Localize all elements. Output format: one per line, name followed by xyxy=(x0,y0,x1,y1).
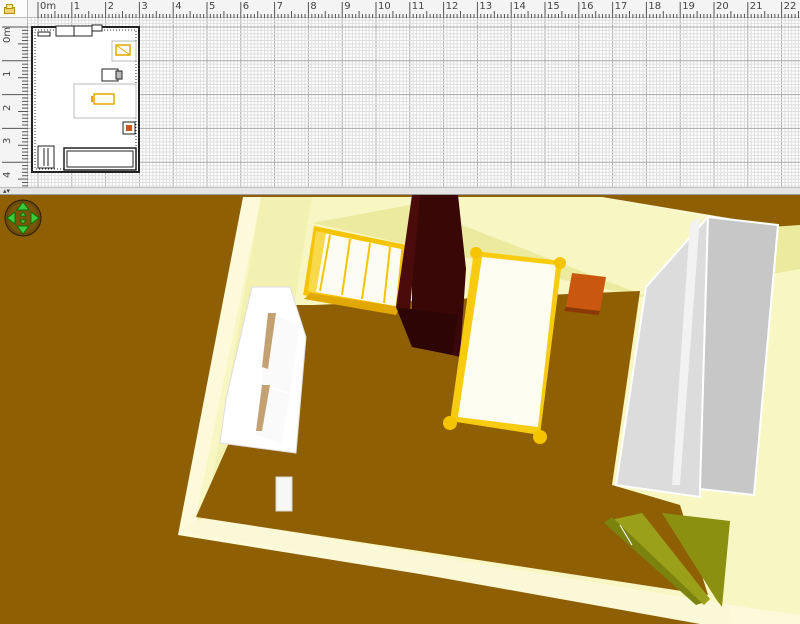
y-ruler-label: 3 xyxy=(2,138,13,145)
x-ruler-label: 6 xyxy=(242,1,250,12)
x-ruler-label: 8 xyxy=(310,1,317,12)
view-splitter[interactable]: ▴▾ xyxy=(0,187,800,195)
navigation-control[interactable] xyxy=(4,199,42,237)
x-ruler-label: 22 xyxy=(783,1,797,12)
x-ruler-label: 2 xyxy=(107,1,114,12)
x-ruler-label: 16 xyxy=(580,1,594,12)
plan-room[interactable] xyxy=(28,18,800,187)
x-ruler-label: 4 xyxy=(175,1,182,12)
x-ruler-label: 13 xyxy=(479,1,493,12)
x-ruler-label: 1 xyxy=(73,1,81,12)
horizontal-ruler: 0m 1 2 3 4 5 6 7 8 9 10 11 12 13 14 15 16 17 18 19 20 21 22 xyxy=(28,0,800,18)
plan-door[interactable] xyxy=(55,25,93,37)
plan-radiator[interactable] xyxy=(37,145,55,169)
x-ruler-label: 19 xyxy=(682,1,695,12)
plan-view[interactable]: 0m 1 2 3 4 5 6 7 8 9 10 11 12 13 14 15 16 17 18 19 20 21 22 0m… xyxy=(0,0,800,187)
radiator-3d[interactable] xyxy=(275,476,293,512)
plan-corner xyxy=(0,0,28,18)
x-ruler-label: 9 xyxy=(344,1,351,12)
y-ruler-label: 1 xyxy=(2,70,13,77)
plan-nightstand[interactable] xyxy=(101,68,123,82)
y-ruler-label: 4 xyxy=(2,171,13,179)
x-ruler-label: 5 xyxy=(209,1,216,12)
x-ruler-label: 14 xyxy=(513,1,526,12)
vertical-ruler: 0m 1 2 3 4 xyxy=(0,18,28,187)
x-ruler-label: 0m xyxy=(40,1,57,12)
x-ruler-label: 10 xyxy=(378,1,391,12)
plan-bed[interactable] xyxy=(73,83,137,119)
x-ruler-label: 11 xyxy=(411,1,425,12)
x-ruler-label: 21 xyxy=(749,1,763,12)
plan-shelf-item[interactable] xyxy=(122,121,136,135)
plan-switch[interactable] xyxy=(37,31,51,37)
split-arrows-icon[interactable]: ▴▾ xyxy=(3,188,10,195)
x-ruler-label: 3 xyxy=(141,1,148,12)
plan-crib[interactable] xyxy=(111,40,137,62)
3d-scene[interactable] xyxy=(0,195,800,624)
x-ruler-label: 17 xyxy=(614,1,628,12)
plan-closet[interactable] xyxy=(63,147,137,171)
3d-view[interactable] xyxy=(0,195,800,624)
x-ruler-label: 12 xyxy=(445,1,459,12)
x-ruler-label: 20 xyxy=(716,1,729,12)
plan-window[interactable] xyxy=(91,24,103,32)
x-ruler-label: 15 xyxy=(547,1,560,12)
x-ruler-label: 7 xyxy=(276,1,283,12)
x-ruler-label: 18 xyxy=(648,1,662,12)
y-ruler-label: 2 xyxy=(2,104,13,111)
level-icon xyxy=(4,4,15,14)
plan-grid[interactable] xyxy=(28,18,800,187)
y-ruler-label: 0m xyxy=(2,26,13,43)
